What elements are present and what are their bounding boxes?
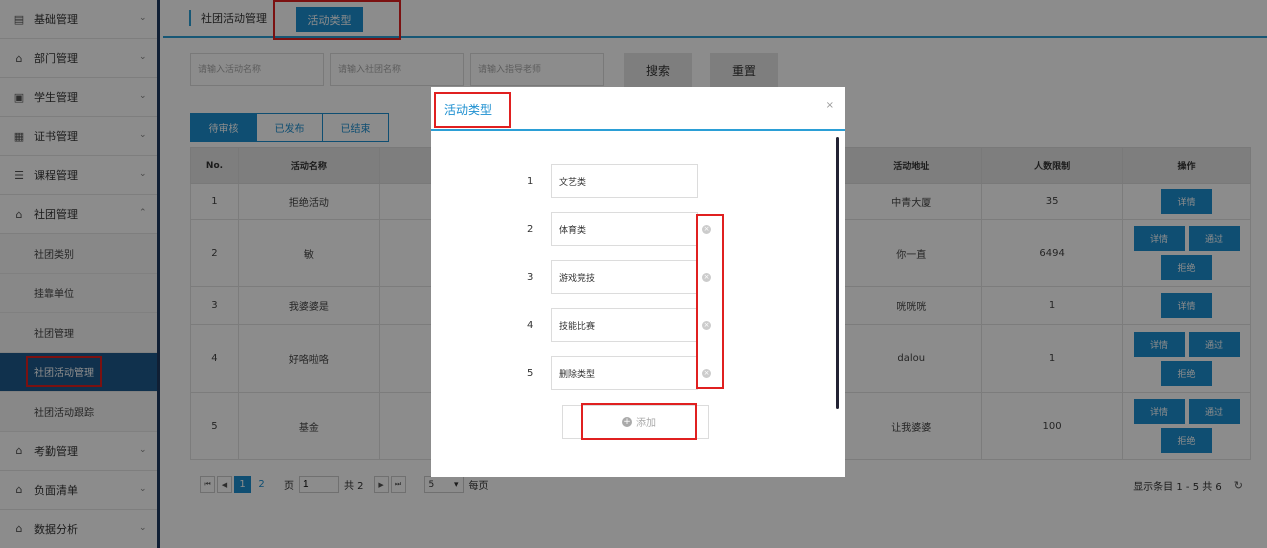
type-input[interactable] <box>551 212 698 246</box>
close-icon[interactable]: × <box>826 100 834 111</box>
type-input[interactable] <box>551 356 698 390</box>
highlight-box <box>696 214 724 389</box>
plus-circle-icon: + <box>622 416 632 427</box>
type-number: 5 <box>527 367 534 379</box>
type-number: 2 <box>527 223 534 235</box>
scrollbar[interactable] <box>836 137 839 409</box>
type-number: 4 <box>527 319 534 331</box>
type-row: 4 <box>527 308 698 342</box>
add-type-button[interactable]: + 添加 <box>581 403 697 440</box>
type-row: 3 <box>527 260 698 294</box>
add-label: 添加 <box>636 418 656 429</box>
type-input[interactable] <box>551 308 698 342</box>
type-input[interactable] <box>551 260 698 294</box>
activity-type-modal: 活动类型 × 1 2 3 4 5 × × × × + 添加 <box>431 87 845 477</box>
modal-header: 活动类型 × <box>431 87 845 131</box>
highlight-box <box>434 92 511 128</box>
type-row: 5 <box>527 356 698 390</box>
type-number: 3 <box>527 271 534 283</box>
type-input[interactable] <box>551 164 698 198</box>
type-row: 2 <box>527 212 698 246</box>
type-number: 1 <box>527 175 534 187</box>
type-row: 1 <box>527 164 698 198</box>
